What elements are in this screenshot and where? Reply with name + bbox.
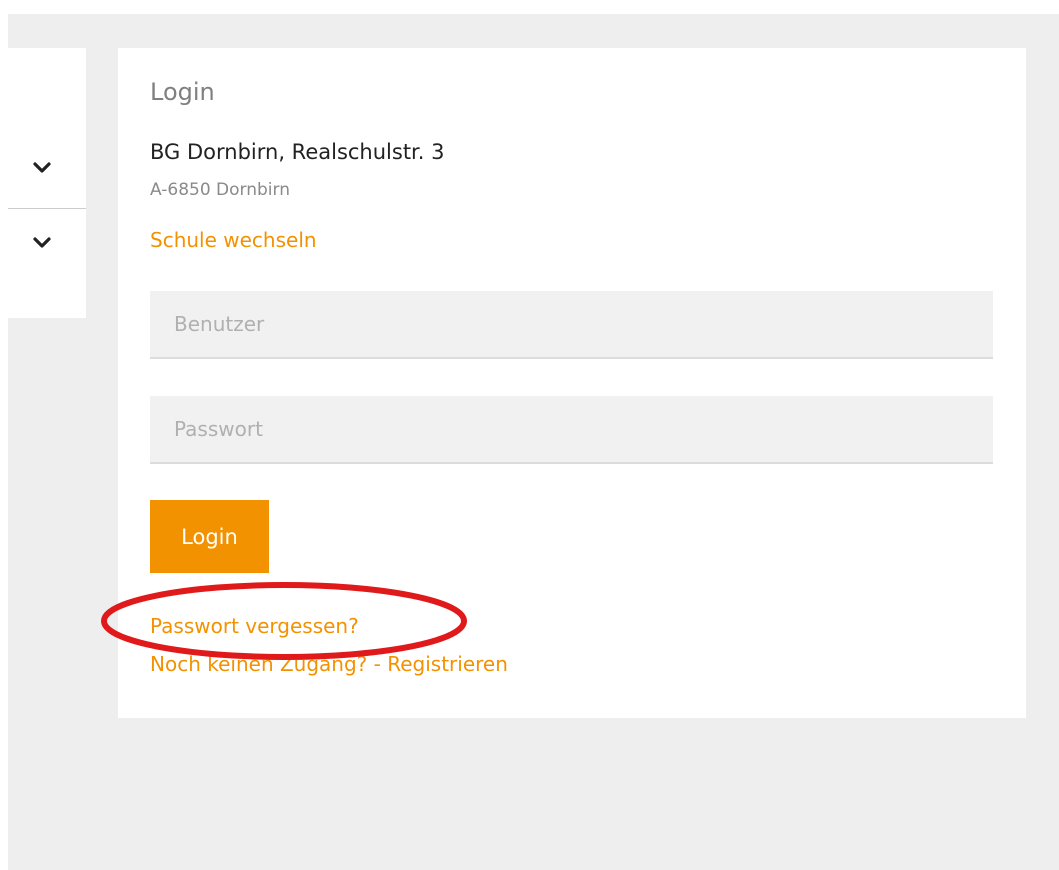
register-link[interactable]: Noch keinen Zugang? - Registrieren [150, 652, 508, 676]
password-input[interactable] [150, 396, 993, 464]
username-input[interactable] [150, 291, 993, 359]
login-button[interactable]: Login [150, 500, 269, 573]
change-school-link[interactable]: Schule wechseln [150, 228, 317, 252]
school-name: BG Dornbirn, Realschulstr. 3 [150, 140, 445, 164]
chevron-down-icon[interactable] [33, 162, 51, 174]
menu-item-expand-1[interactable] [8, 148, 86, 188]
login-title: Login [150, 78, 215, 106]
login-card: Login BG Dornbirn, Realschulstr. 3 A-685… [118, 48, 1026, 718]
menu-item-expand-2[interactable] [8, 223, 86, 263]
school-city: A-6850 Dornbirn [150, 180, 290, 200]
forgot-password-link[interactable]: Passwort vergessen? [150, 614, 359, 638]
chevron-down-icon[interactable] [33, 237, 51, 249]
menu-divider [8, 208, 86, 209]
side-menu [8, 48, 86, 318]
